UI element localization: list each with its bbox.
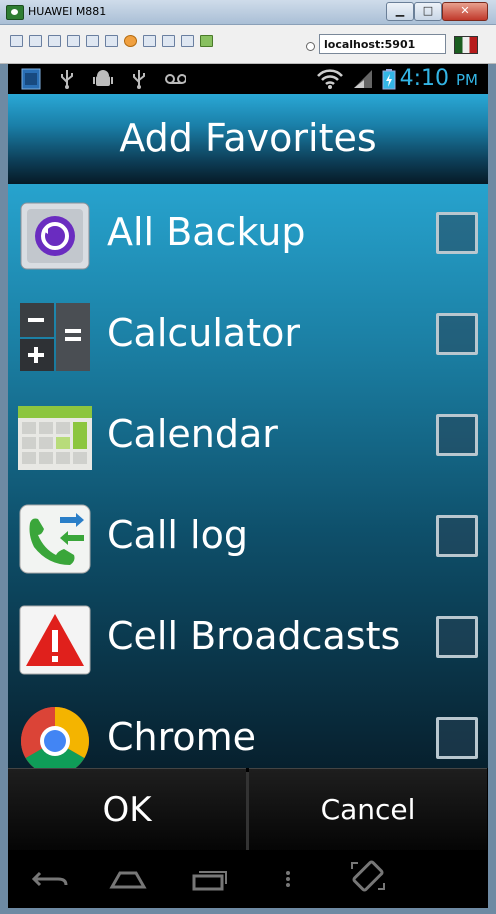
favorite-checkbox[interactable] [436,616,478,658]
connection-status-icon [306,42,315,51]
minimize-button[interactable]: ▁ [386,2,414,21]
favorite-checkbox[interactable] [436,414,478,456]
toolbar-record-icon[interactable] [124,35,137,47]
system-icons [316,68,396,90]
toolbar-transfer-icon[interactable] [200,35,213,47]
window-titlebar: HUAWEI M881 ▁ □ ✕ [0,0,496,25]
device-screen: 4:10 PM Add Favorites All Backup Calcula… [8,64,488,908]
toolbar-zoom-fit-icon[interactable] [181,35,194,47]
cell-broadcasts-icon [18,604,92,676]
back-icon[interactable] [20,864,80,894]
app-label: Chrome [107,715,257,759]
navigation-bar [8,850,488,908]
toolbar-icons [10,35,213,47]
toolbar-refresh-icon[interactable] [67,35,80,47]
dialog-buttons: OK Cancel [8,768,488,851]
favorite-checkbox[interactable] [436,313,478,355]
recent-apps-icon[interactable] [180,864,240,894]
usb-icon [56,68,78,90]
toolbar-ctrl-alt-del-icon[interactable] [86,35,99,47]
calculator-icon [18,301,92,373]
window-title: HUAWEI M881 [28,5,107,18]
clock: 4:10 PM [400,66,478,91]
close-button[interactable]: ✕ [442,2,488,21]
usb-icon [128,68,150,90]
list-item-call-log[interactable]: Call log [8,487,488,588]
address-field[interactable]: localhost:5901 [319,34,446,54]
flag-icon [454,36,478,54]
battery-charging-icon [382,68,396,90]
clock-time: 4:10 [399,66,449,91]
app-list[interactable]: All Backup Calculator Calendar Call log [8,184,488,768]
app-label: Call log [107,513,248,557]
wifi-icon [316,68,344,90]
favorite-checkbox[interactable] [436,515,478,557]
list-item-calculator[interactable]: Calculator [8,285,488,386]
clock-ampm: PM [456,71,478,89]
notification-icons [20,68,186,90]
list-item-cell-broadcasts[interactable]: Cell Broadcasts [8,588,488,689]
menu-icon[interactable] [258,864,318,894]
signal-icon [352,68,374,90]
toolbar-options-icon[interactable] [10,35,23,47]
voicemail-icon [164,68,186,90]
chrome-icon [18,705,92,768]
call-log-icon [18,503,92,575]
toolbar-keyboard-icon[interactable] [105,35,118,47]
list-item-calendar[interactable]: Calendar [8,386,488,487]
screen-rotate-icon[interactable] [338,860,398,894]
toolbar-zoom-out-icon[interactable] [162,35,175,47]
calendar-icon [18,402,92,474]
list-item-chrome[interactable]: Chrome [8,689,488,768]
dialog-title: Add Favorites [119,116,377,160]
toolbar-connection-icon[interactable] [29,35,42,47]
notification-app-icon [20,68,42,90]
app-window-icon [6,5,24,20]
cancel-button[interactable]: Cancel [249,768,487,851]
toolbar-zoom-in-icon[interactable] [143,35,156,47]
app-label: All Backup [107,210,306,254]
favorite-checkbox[interactable] [436,717,478,759]
status-bar: 4:10 PM [8,64,488,94]
debug-android-icon [92,68,114,90]
app-label: Cell Broadcasts [107,614,401,658]
toolbar-fullscreen-icon[interactable] [48,35,61,47]
all-backup-icon [18,200,92,272]
favorite-checkbox[interactable] [436,212,478,254]
app-label: Calculator [107,311,300,355]
home-icon[interactable] [98,864,158,894]
ok-button[interactable]: OK [8,768,246,851]
dialog-header: Add Favorites [8,94,488,184]
app-label: Calendar [107,412,278,456]
list-item-all-backup[interactable]: All Backup [8,184,488,285]
maximize-button[interactable]: □ [414,2,442,21]
